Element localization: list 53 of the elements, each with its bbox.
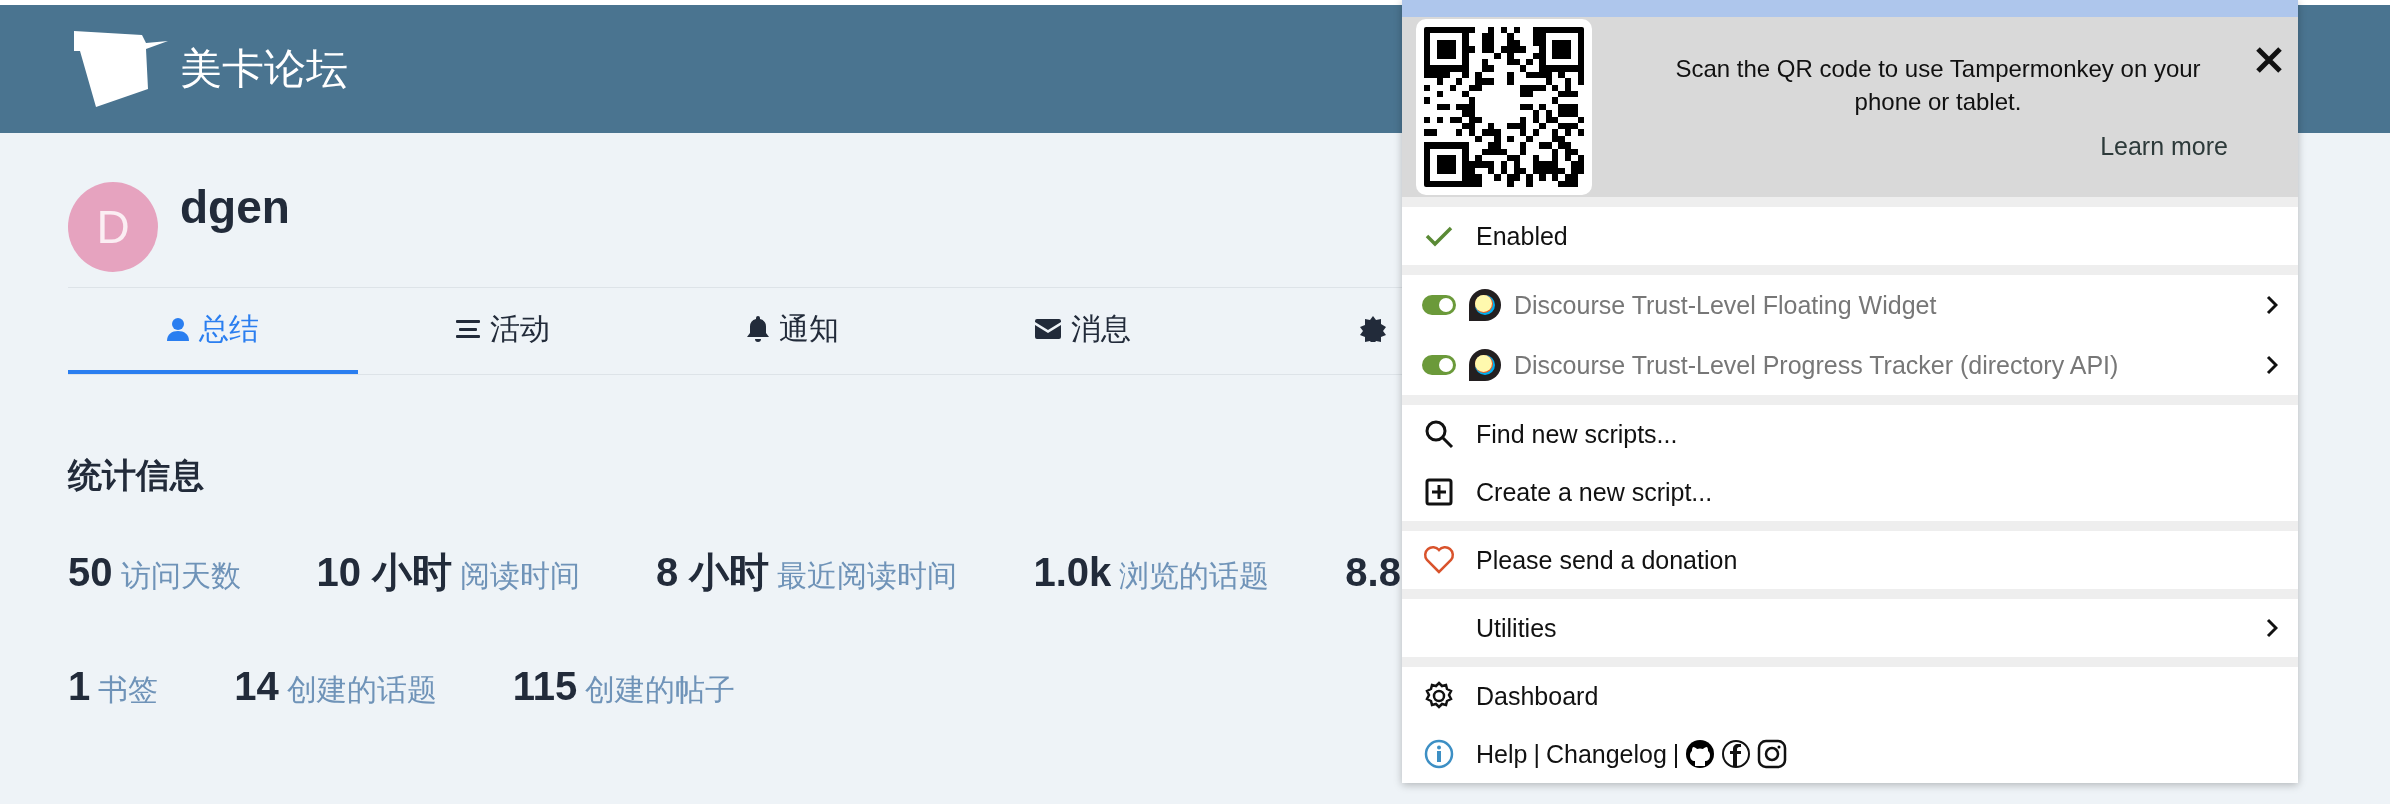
- info-icon: [1422, 737, 1456, 771]
- chevron-right-icon: [2266, 355, 2278, 375]
- stat-label: 阅读时间: [460, 558, 581, 594]
- username: dgen: [180, 180, 290, 234]
- stat-label: 创建的话题: [286, 672, 437, 708]
- stat-value: 8.8: [1345, 550, 1401, 595]
- profile-tab[interactable]: 活动: [358, 288, 648, 374]
- menu-item[interactable]: Please send a donation: [1402, 531, 2298, 589]
- speech-bubble-icon: [1468, 288, 1502, 322]
- profile-tab[interactable]: 通知: [648, 288, 938, 374]
- stat-value: 1.0k: [1033, 550, 1112, 595]
- script-toggle[interactable]: [1422, 295, 1456, 315]
- stat-label: 创建的帖子: [585, 672, 736, 708]
- stat-value: 115: [512, 664, 578, 709]
- separator-text: |: [1533, 739, 1540, 769]
- qr-message: Scan the QR code to use Tampermonkey on your phone or tablet.: [1674, 54, 2202, 117]
- menu-item[interactable]: Find new scripts...: [1402, 405, 2298, 463]
- section-title: 统计信息: [68, 455, 204, 496]
- learn-more-link[interactable]: Learn more: [2100, 132, 2228, 162]
- stat-value: 10 小时: [316, 549, 453, 596]
- script-toggle[interactable]: [1422, 355, 1456, 375]
- site-name[interactable]: 美卡论坛: [180, 41, 348, 97]
- help-link[interactable]: Help: [1476, 739, 1528, 769]
- script-name[interactable]: Discourse Trust-Level Progress Tracker (directory API): [1514, 350, 2119, 380]
- separator-text: |: [1672, 739, 1680, 769]
- stat-value: 1: [68, 664, 91, 709]
- chevron-right-icon: [2266, 295, 2278, 315]
- stat-value: 14: [234, 664, 279, 709]
- logo-icon[interactable]: [72, 29, 170, 109]
- menu-item[interactable]: Dashboard: [1402, 667, 2298, 725]
- instagram-icon[interactable]: [1757, 739, 1788, 769]
- gear-icon: [1360, 316, 1386, 342]
- facebook-icon[interactable]: [1721, 739, 1752, 769]
- profile-tab[interactable]: 总结: [68, 288, 358, 374]
- menu-item[interactable]: Create a new script...: [1402, 463, 2298, 521]
- stat-label: 浏览的话题: [1119, 558, 1270, 594]
- user-icon: [167, 317, 189, 341]
- stat-label: 最近阅读时间: [777, 558, 958, 594]
- envelope-icon: [1035, 319, 1061, 339]
- enabled-toggle[interactable]: Enabled: [1402, 207, 2298, 265]
- stat-label: 访问天数: [120, 558, 241, 594]
- menu-item[interactable]: Utilities: [1402, 599, 2298, 657]
- list-icon: [456, 319, 480, 339]
- stat-value: 8 小时: [656, 549, 770, 596]
- bell-icon: [747, 316, 769, 342]
- stat-label: 书签: [98, 672, 159, 708]
- speech-bubble-icon: [1468, 348, 1502, 382]
- help-link[interactable]: Changelog: [1545, 739, 1667, 769]
- script-name[interactable]: Discourse Trust-Level Floating Widget: [1514, 290, 1937, 320]
- stat-value: 50: [68, 550, 113, 595]
- profile-tab[interactable]: 消息: [938, 288, 1228, 374]
- chevron-right-icon: [2266, 618, 2278, 638]
- github-icon[interactable]: [1685, 739, 1716, 769]
